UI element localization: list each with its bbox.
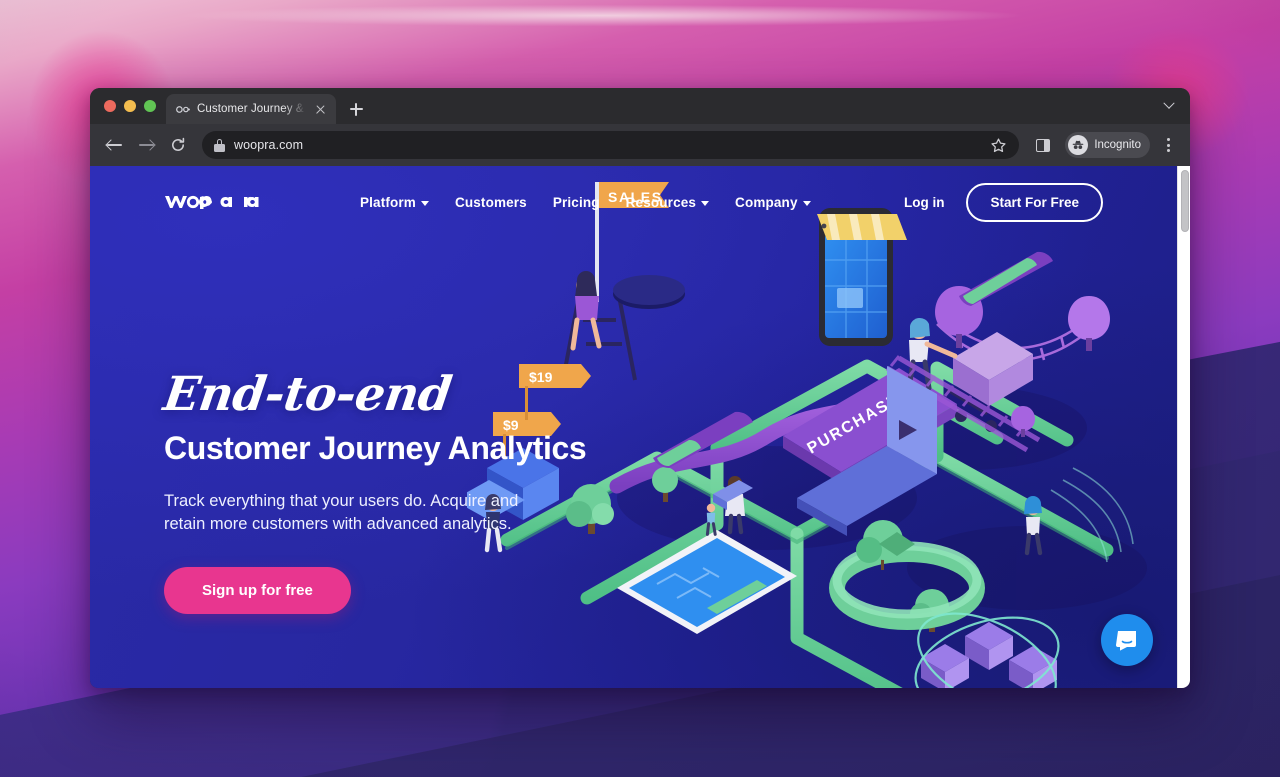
progress-pill-2 xyxy=(959,251,1053,306)
browser-tab-title: Customer Journey & Product A xyxy=(197,103,307,115)
back-button[interactable] xyxy=(100,131,128,159)
svg-text:PURCHASE: PURCHASE xyxy=(805,391,904,458)
woopra-logo[interactable] xyxy=(164,189,264,215)
zoom-window-button[interactable] xyxy=(144,100,156,112)
purchase-banner: PURCHASE xyxy=(783,368,957,484)
person-on-ladder xyxy=(570,271,602,351)
hero-subtitle: Track everything that your users do. Acq… xyxy=(164,491,519,534)
sign-up-for-free-button[interactable]: Sign up for free xyxy=(164,566,351,614)
woopra-homepage: Platform Customers Pricing Resources Com… xyxy=(90,166,1177,688)
nav-label-company: Company xyxy=(735,194,798,210)
browser-tab[interactable]: Customer Journey & Product A xyxy=(166,94,336,124)
browser-toolbar: woopra.com Incognito xyxy=(90,124,1190,166)
browser-window: Customer Journey & Product A xyxy=(90,88,1190,688)
nav-label-customers: Customers xyxy=(454,194,527,210)
chevron-down-icon xyxy=(701,200,710,206)
three-dot-menu-icon[interactable] xyxy=(1156,132,1180,158)
nav-label-resources: Resources xyxy=(625,194,697,210)
incognito-avatar-icon xyxy=(1068,135,1089,155)
person-pushing-cart xyxy=(906,317,958,391)
new-tab-button[interactable] xyxy=(342,95,370,123)
purple-trees xyxy=(935,286,1110,437)
side-panel-icon xyxy=(1036,138,1051,152)
scrollbar-thumb[interactable] xyxy=(1180,170,1189,232)
page-viewport: Platform Customers Pricing Resources Com… xyxy=(90,166,1190,688)
intercom-chat-launcher[interactable] xyxy=(1101,614,1153,666)
primary-nav: Platform Customers Pricing Resources Com… xyxy=(360,195,811,210)
login-link[interactable]: Log in xyxy=(904,195,945,210)
tab-close-icon[interactable] xyxy=(313,102,328,117)
green-rings xyxy=(829,520,985,630)
close-window-button[interactable] xyxy=(104,100,116,112)
laptop xyxy=(797,366,937,536)
woopra-favicon-icon xyxy=(176,102,191,117)
chevron-down-icon xyxy=(420,200,429,206)
incognito-label: Incognito xyxy=(1094,139,1141,151)
forward-arrow-icon xyxy=(138,138,154,153)
progress-pill xyxy=(653,411,753,468)
minimize-window-button[interactable] xyxy=(124,100,136,112)
data-cubes xyxy=(914,612,1060,688)
side-panel-button[interactable] xyxy=(1029,131,1057,159)
reload-icon xyxy=(170,137,186,153)
nav-actions: Log in Start For Free xyxy=(904,182,1103,222)
chevron-down-icon xyxy=(802,200,811,206)
hero-title: Customer Journey Analytics xyxy=(164,430,587,466)
reload-button[interactable] xyxy=(164,131,192,159)
tablet xyxy=(617,530,797,634)
desktop-background: Customer Journey & Product A xyxy=(0,0,1280,777)
lock-icon xyxy=(214,138,225,152)
site-navigation: Platform Customers Pricing Resources Com… xyxy=(90,166,1177,238)
hero-copy: End-to-end Customer Journey Analytics Tr… xyxy=(160,367,634,614)
chat-bubble-icon xyxy=(1116,631,1136,651)
incognito-indicator[interactable]: Incognito xyxy=(1065,132,1150,158)
start-for-free-button[interactable]: Start For Free xyxy=(966,182,1103,222)
nav-item-company[interactable]: Company xyxy=(735,195,811,210)
nav-item-platform[interactable]: Platform xyxy=(360,195,429,210)
chevron-down-icon[interactable] xyxy=(1154,88,1184,124)
star-icon[interactable] xyxy=(990,137,1007,154)
nav-label-platform: Platform xyxy=(360,194,416,210)
address-bar[interactable]: woopra.com xyxy=(202,131,1020,159)
back-arrow-icon xyxy=(106,138,122,153)
hero-section: End-to-end Customer Journey Analytics Tr… xyxy=(90,166,1177,688)
forward-button[interactable] xyxy=(132,131,160,159)
browser-tab-strip: Customer Journey & Product A xyxy=(90,88,1190,124)
bench xyxy=(713,480,753,510)
nav-item-resources[interactable]: Resources xyxy=(625,194,710,210)
nav-item-customers[interactable]: Customers xyxy=(455,195,527,210)
nav-label-pricing: Pricing xyxy=(552,194,600,210)
nav-item-pricing[interactable]: Pricing xyxy=(553,195,600,210)
page-scrollbar[interactable] xyxy=(1177,166,1190,688)
hero-script-line: End-to-end xyxy=(160,367,455,422)
address-bar-url: woopra.com xyxy=(234,138,304,152)
shopping-cart xyxy=(946,332,1033,432)
window-controls xyxy=(98,88,166,124)
